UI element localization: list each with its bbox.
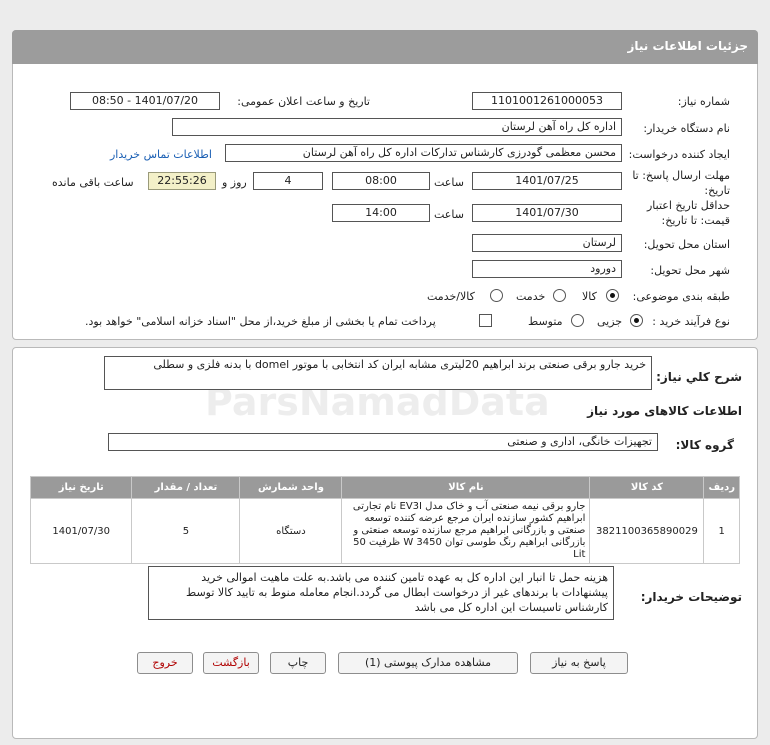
buyer-field: اداره کل راه آهن لرستان xyxy=(172,118,622,136)
process-radio-medium[interactable] xyxy=(571,314,584,327)
summary-label: شرح کلي نياز: xyxy=(656,370,742,384)
buyer-label: نام دستگاه خریدار: xyxy=(643,122,730,135)
creator-field: محسن معظمی گودرزی کارشناس تداركات اداره … xyxy=(225,144,622,162)
row-date: 1401/07/30 xyxy=(29,498,133,564)
goods-table: ردیف کد کالا نام کالا واحد شمارش تعداد /… xyxy=(29,476,740,564)
buyer-notes-field: هزینه حمل تا انبار این اداره کل به عهده … xyxy=(148,566,614,620)
goods-group-label: گروه کالا: xyxy=(675,438,734,452)
reply-button[interactable]: پاسخ به نیاز xyxy=(530,652,628,674)
print-button[interactable]: چاپ xyxy=(270,652,326,674)
row-unit: دستگاه xyxy=(239,498,343,564)
category-option-goods: کالا xyxy=(582,290,597,303)
creator-label: ایجاد کننده درخواست: xyxy=(628,148,730,161)
process-option-minor: جزیی xyxy=(597,315,623,328)
validity-time-field: 14:00 xyxy=(332,204,430,222)
treasury-payment-note: پرداخت تمام یا بخشی از مبلغ خرید،از محل … xyxy=(85,315,436,328)
row-index: 1 xyxy=(703,498,740,564)
deadline-time-label: ساعت xyxy=(434,176,464,189)
announce-label: تاریخ و ساعت اعلان عمومی: xyxy=(237,95,370,108)
province-field: لرستان xyxy=(472,234,622,252)
attachments-button[interactable]: مشاهده مدارک پیوستی (1) xyxy=(338,652,518,674)
days-field: 4 xyxy=(253,172,323,190)
category-radio-service[interactable] xyxy=(553,289,566,302)
city-field: دورود xyxy=(472,260,622,278)
buyer-notes-label: توضیحات خریدار: xyxy=(640,590,742,604)
validity-time-label: ساعت xyxy=(434,208,464,221)
category-option-goods-service: کالا/خدمت xyxy=(427,290,475,303)
process-radio-minor[interactable] xyxy=(630,314,643,327)
row-code: 3821100365890029 xyxy=(589,498,705,564)
deadline-time-field: 08:00 xyxy=(332,172,430,190)
treasury-payment-checkbox[interactable] xyxy=(479,314,492,327)
col-index: ردیف xyxy=(703,476,740,499)
summary-field: خرید جارو برقی صنعتی برند ابراهیم 20لیتر… xyxy=(104,356,652,390)
validity-date-field: 1401/07/30 xyxy=(472,204,622,222)
remaining-time-field: 22:55:26 xyxy=(148,172,216,190)
col-unit: واحد شمارش xyxy=(239,476,343,499)
category-radio-goods-service[interactable] xyxy=(490,289,503,302)
category-option-service: خدمت xyxy=(516,290,546,303)
col-date: تاریخ نیاز xyxy=(29,476,133,499)
goods-table-header: ردیف کد کالا نام کالا واحد شمارش تعداد /… xyxy=(29,476,740,499)
back-button[interactable]: بازگشت xyxy=(203,652,259,674)
announce-field: 1401/07/20 - 08:50 xyxy=(70,92,220,110)
goods-section-title: اطلاعات کالاهای مورد نیاز xyxy=(587,404,742,418)
row-name: جارو برقی نیمه صنعتی آب و خاک مدل EV3I ن… xyxy=(341,498,591,564)
category-label: طبقه بندی موضوعی: xyxy=(632,290,730,303)
city-label: شهر محل تحویل: xyxy=(650,264,730,277)
need-number-field: 1101001261000053 xyxy=(472,92,622,110)
validity-label: حداقل تاریخ اعتبار قیمت: تا تاریخ: xyxy=(646,199,730,227)
need-number-label: شماره نیاز: xyxy=(677,95,730,108)
buyer-contact-link[interactable]: اطلاعات تماس خریدار xyxy=(110,148,212,161)
process-option-medium: متوسط xyxy=(528,315,563,328)
process-label: نوع فرآیند خرید : xyxy=(652,315,730,328)
table-row: 1 3821100365890029 جارو برقی نیمه صنعتی … xyxy=(29,498,740,564)
days-label: روز و xyxy=(222,176,247,189)
deadline-label: مهلت ارسال پاسخ: تا تاریخ: xyxy=(632,169,730,197)
col-qty: تعداد / مقدار xyxy=(131,476,241,499)
province-label: استان محل تحویل: xyxy=(643,238,730,251)
col-name: نام کالا xyxy=(341,476,591,499)
goods-group-field: تجهیزات خانگی، اداری و صنعتی xyxy=(108,433,658,451)
remaining-label: ساعت باقی مانده xyxy=(52,176,134,189)
deadline-date-field: 1401/07/25 xyxy=(472,172,622,190)
page-title: جزئیات اطلاعات نیاز xyxy=(627,39,748,53)
col-code: کد کالا xyxy=(589,476,705,499)
page-title-bar: جزئیات اطلاعات نیاز xyxy=(12,30,758,64)
exit-button[interactable]: خروج xyxy=(137,652,193,674)
row-qty: 5 xyxy=(131,498,241,564)
category-radio-goods[interactable] xyxy=(606,289,619,302)
